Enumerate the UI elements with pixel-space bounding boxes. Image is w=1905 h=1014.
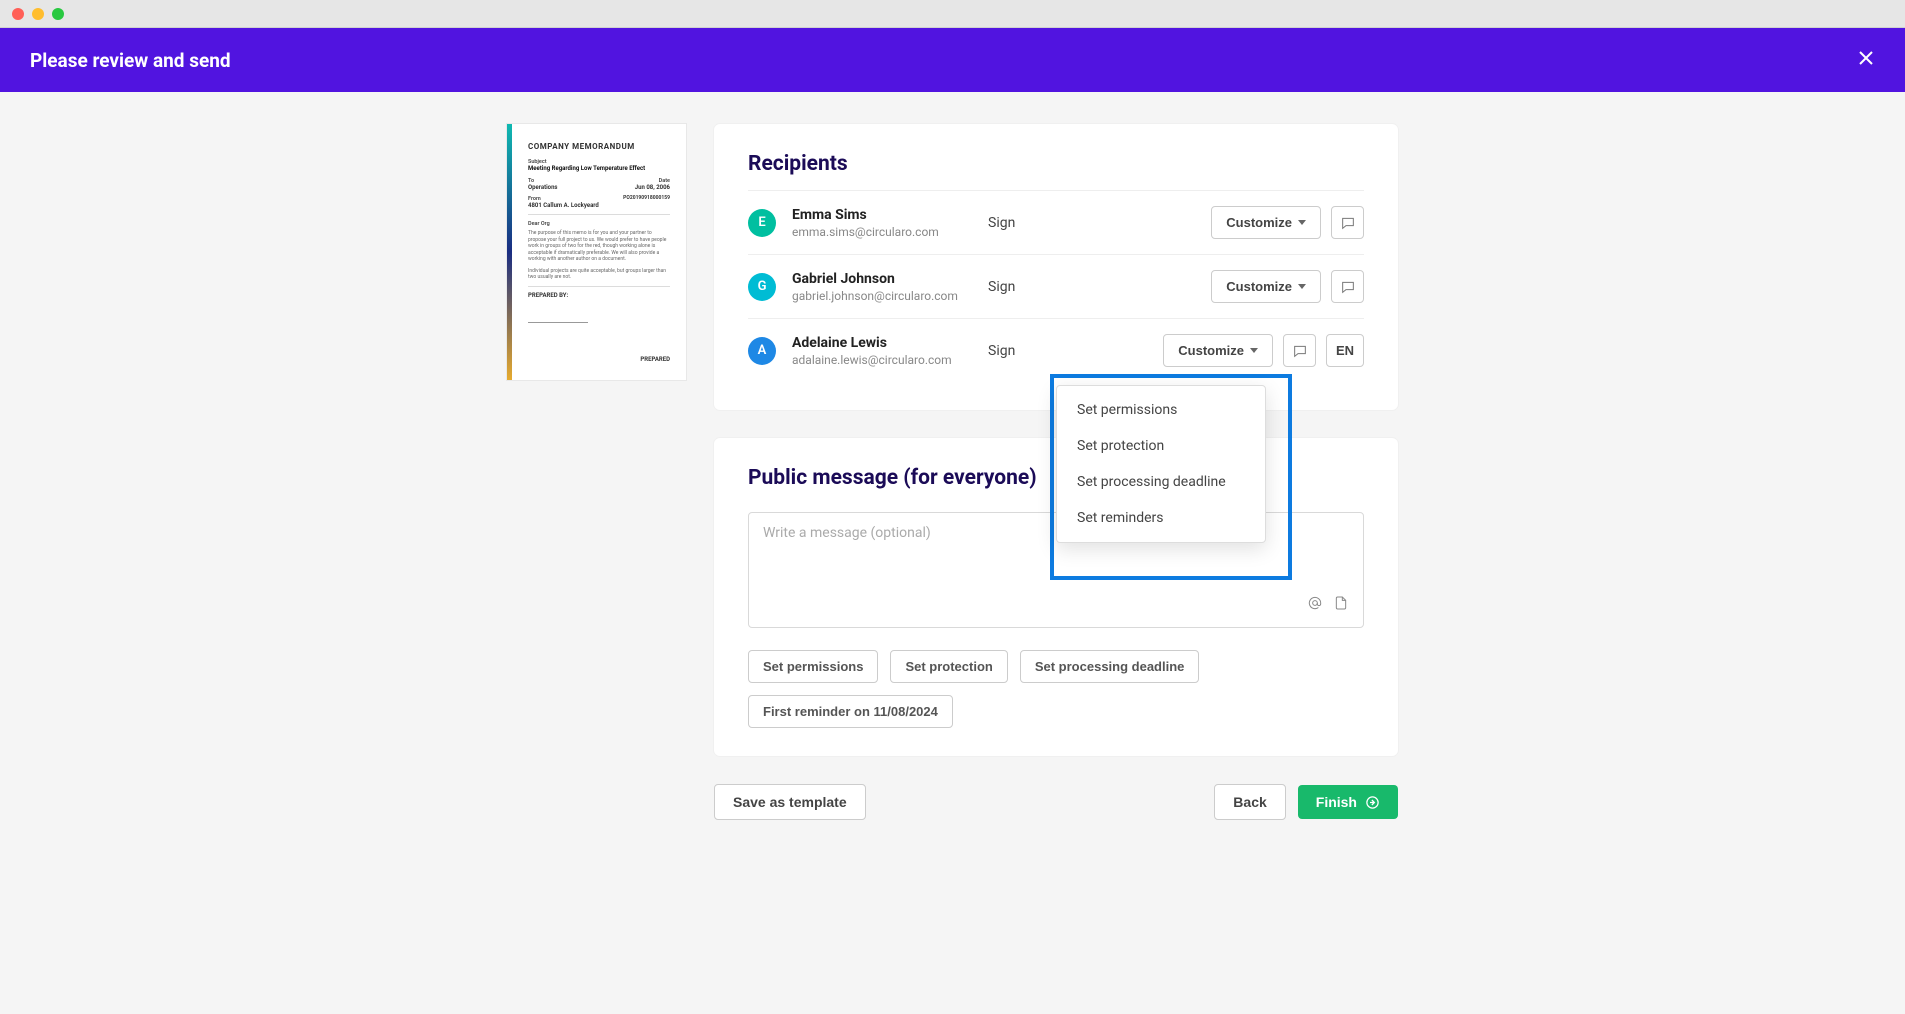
mention-icon[interactable] bbox=[1307, 595, 1323, 615]
back-button[interactable]: Back bbox=[1214, 784, 1285, 820]
recipient-email: gabriel.johnson@circularo.com bbox=[792, 289, 972, 303]
recipient-role: Sign bbox=[988, 343, 1078, 359]
recipient-name: Adelaine Lewis bbox=[792, 335, 972, 351]
comment-button[interactable] bbox=[1331, 206, 1364, 239]
finish-button-label: Finish bbox=[1316, 794, 1357, 810]
language-button[interactable]: EN bbox=[1326, 334, 1364, 367]
finish-button[interactable]: Finish bbox=[1298, 785, 1398, 819]
comment-button[interactable] bbox=[1283, 334, 1316, 367]
arrow-right-circle-icon bbox=[1365, 795, 1380, 810]
avatar: E bbox=[748, 209, 776, 237]
preview-title: COMPANY MEMORANDUM bbox=[528, 142, 670, 151]
chat-icon bbox=[1292, 343, 1308, 359]
window-close-dot[interactable] bbox=[12, 8, 24, 20]
modal-header: Please review and send bbox=[0, 28, 1905, 92]
settings-chip[interactable]: First reminder on 11/08/2024 bbox=[748, 695, 953, 728]
dropdown-item[interactable]: Set processing deadline bbox=[1057, 464, 1265, 500]
dropdown-item[interactable]: Set reminders bbox=[1057, 500, 1265, 536]
window-zoom-dot[interactable] bbox=[52, 8, 64, 20]
comment-button[interactable] bbox=[1331, 270, 1364, 303]
modal-title: Please review and send bbox=[30, 49, 231, 72]
settings-chip[interactable]: Set protection bbox=[890, 650, 1007, 683]
recipient-row: A Adelaine Lewis adalaine.lewis@circular… bbox=[748, 318, 1364, 382]
recipient-email: adalaine.lewis@circularo.com bbox=[792, 353, 972, 367]
dropdown-item[interactable]: Set permissions bbox=[1057, 392, 1265, 428]
chat-icon bbox=[1340, 279, 1356, 295]
customize-button[interactable]: Customize bbox=[1163, 334, 1273, 367]
recipient-role: Sign bbox=[988, 215, 1078, 231]
recipient-row: G Gabriel Johnson gabriel.johnson@circul… bbox=[748, 254, 1364, 318]
window-chrome bbox=[0, 0, 1905, 28]
dropdown-item[interactable]: Set protection bbox=[1057, 428, 1265, 464]
window-minimize-dot[interactable] bbox=[32, 8, 44, 20]
customize-button[interactable]: Customize bbox=[1211, 270, 1321, 303]
settings-chip[interactable]: Set permissions bbox=[748, 650, 878, 683]
chevron-down-icon bbox=[1250, 348, 1258, 353]
avatar: G bbox=[748, 273, 776, 301]
attachment-icon[interactable] bbox=[1333, 595, 1349, 615]
recipient-email: emma.sims@circularo.com bbox=[792, 225, 972, 239]
customize-button[interactable]: Customize bbox=[1211, 206, 1321, 239]
document-preview[interactable]: COMPANY MEMORANDUM Subject Meeting Regar… bbox=[507, 124, 686, 380]
chat-icon bbox=[1340, 215, 1356, 231]
close-icon[interactable] bbox=[1857, 49, 1875, 71]
customize-dropdown: Set permissionsSet protectionSet process… bbox=[1056, 385, 1266, 543]
settings-chip[interactable]: Set processing deadline bbox=[1020, 650, 1200, 683]
recipients-card: Recipients E Emma Sims emma.sims@circula… bbox=[714, 124, 1398, 410]
public-message-card: Public message (for everyone) Set permis… bbox=[714, 438, 1398, 756]
avatar: A bbox=[748, 337, 776, 365]
chevron-down-icon bbox=[1298, 220, 1306, 225]
chevron-down-icon bbox=[1298, 284, 1306, 289]
footer-row: Save as template Back Finish bbox=[714, 784, 1398, 820]
recipient-role: Sign bbox=[988, 279, 1078, 295]
save-template-button[interactable]: Save as template bbox=[714, 784, 866, 820]
recipient-name: Emma Sims bbox=[792, 207, 972, 223]
recipient-row: E Emma Sims emma.sims@circularo.com Sign… bbox=[748, 190, 1364, 254]
recipients-title: Recipients bbox=[748, 152, 1364, 176]
recipient-name: Gabriel Johnson bbox=[792, 271, 972, 287]
